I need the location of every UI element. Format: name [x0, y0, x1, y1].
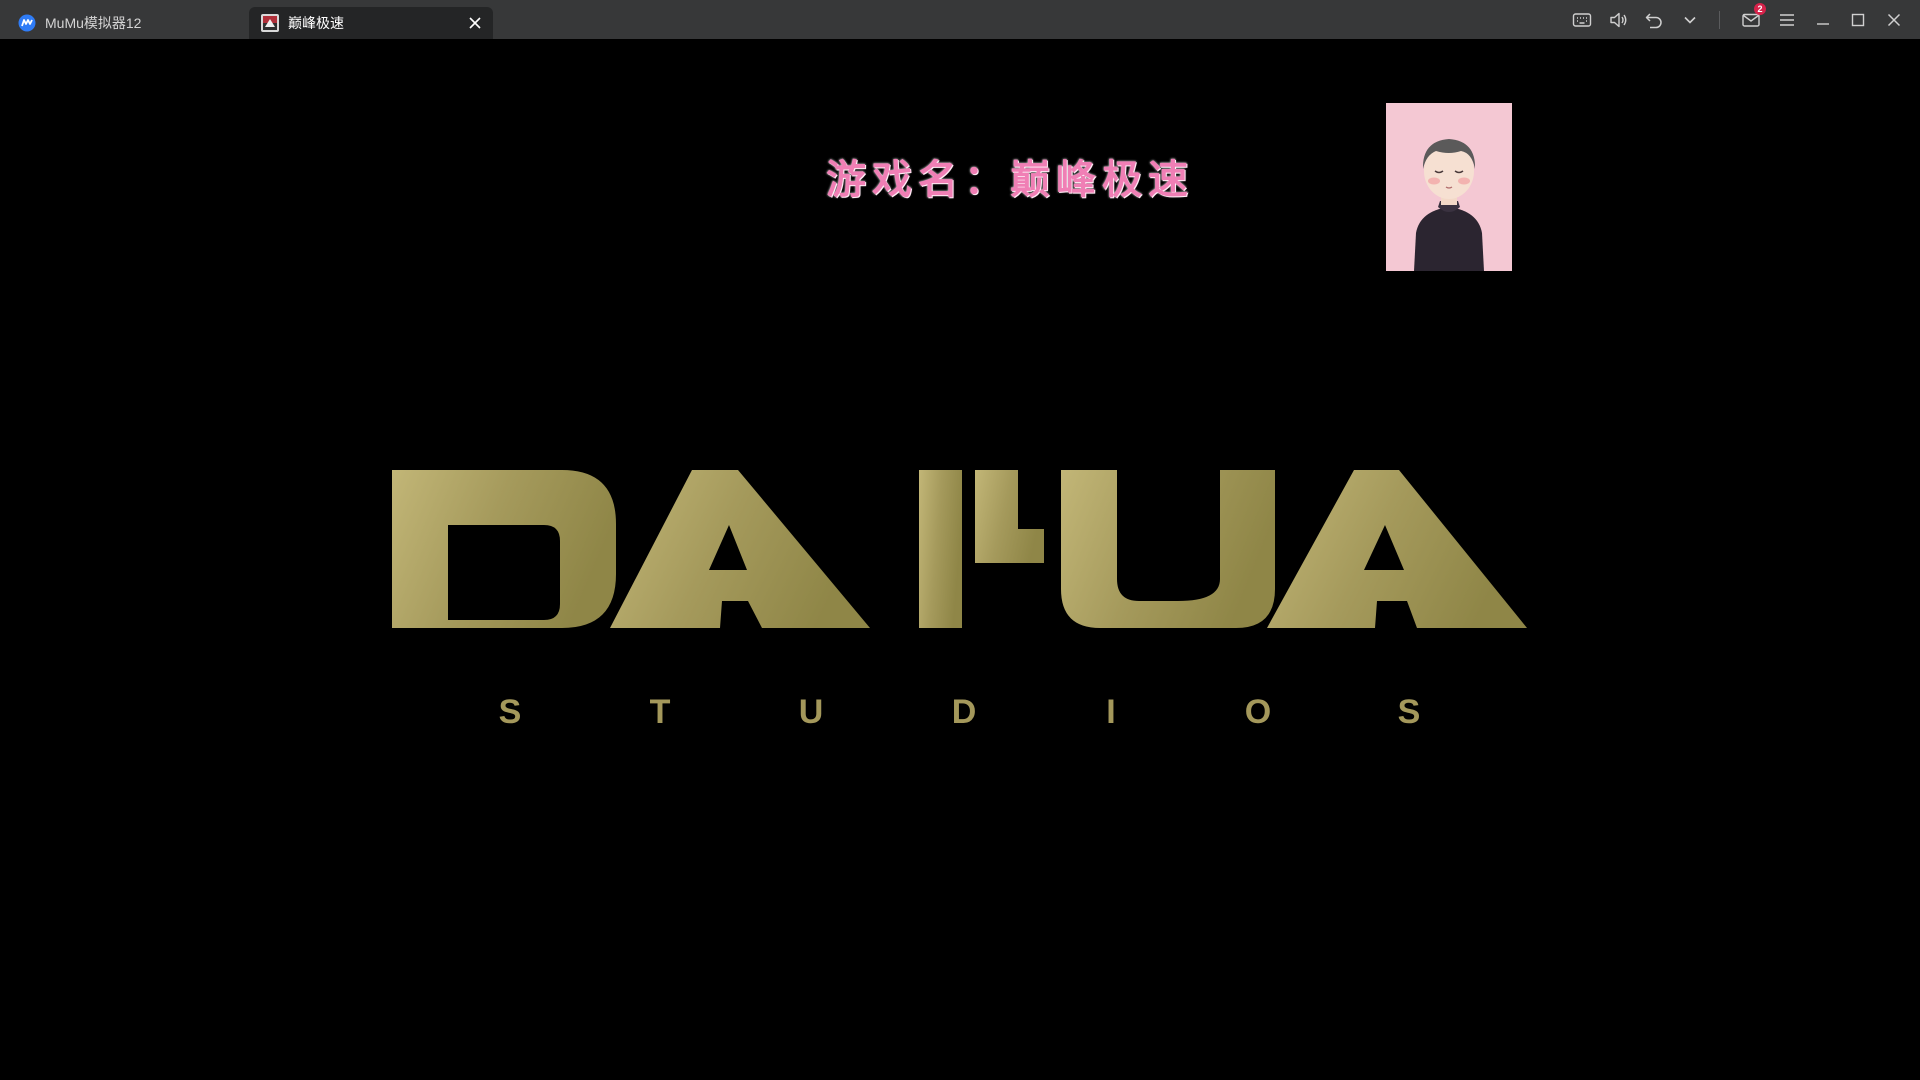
volume-icon[interactable]: [1607, 9, 1629, 31]
game-name-caption: 游戏名：巅峰极速: [826, 157, 1194, 203]
studios-subtitle: S T U D I O S: [392, 693, 1527, 743]
studios-letter: T: [649, 693, 671, 731]
studios-letter: I: [1106, 693, 1116, 731]
studios-letter: S: [498, 693, 522, 731]
emulator-window: MuMu模拟器12 巅峰极速 2 游戏名：巅峰极速 S T U D I O S: [0, 0, 1920, 1080]
mail-count-badge: 2: [1754, 3, 1766, 15]
tab-mumu-home[interactable]: MuMu模拟器12: [0, 7, 248, 39]
tab-label: 巅峰极速: [288, 15, 344, 31]
streamer-avatar: [1386, 103, 1512, 271]
maximize-icon[interactable]: [1847, 9, 1869, 31]
game-thumbnail-icon: [261, 14, 279, 32]
mail-icon[interactable]: 2: [1740, 3, 1766, 31]
menu-icon[interactable]: [1776, 9, 1798, 31]
chevron-down-icon[interactable]: [1679, 9, 1701, 31]
studios-letter: O: [1244, 693, 1272, 731]
minimize-icon[interactable]: [1812, 9, 1834, 31]
title-bar: MuMu模拟器12 巅峰极速 2: [0, 0, 1920, 39]
studios-letter: S: [1397, 693, 1421, 731]
dahua-studios-logo: S T U D I O S: [392, 429, 1527, 731]
dahua-wordmark: [392, 470, 1527, 628]
tab-label: MuMu模拟器12: [45, 15, 142, 31]
mumu-logo-icon: [18, 14, 36, 32]
back-icon[interactable]: [1643, 9, 1665, 31]
tab-close-icon[interactable]: [465, 13, 485, 33]
tab-game[interactable]: 巅峰极速: [249, 7, 493, 39]
toolbar-divider: [1719, 11, 1720, 29]
close-icon[interactable]: [1883, 9, 1905, 31]
studios-letter: U: [798, 693, 824, 731]
studios-letter: D: [951, 693, 977, 731]
keyboard-icon[interactable]: [1571, 9, 1593, 31]
game-screen[interactable]: 游戏名：巅峰极速 S T U D I O S: [0, 39, 1920, 1080]
